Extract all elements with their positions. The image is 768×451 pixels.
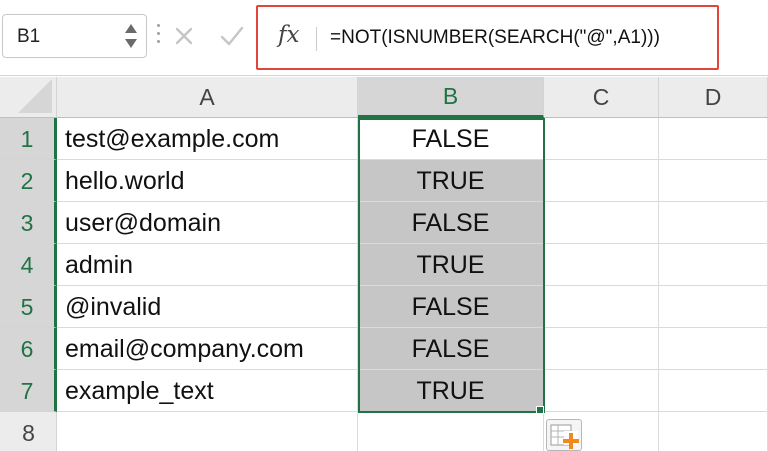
row-header-7[interactable]: 7 [0, 370, 57, 412]
cell-d5[interactable] [659, 286, 768, 328]
formula-text[interactable]: =NOT(ISNUMBER(SEARCH("@",A1))) [330, 27, 660, 49]
column-headers: A B C D [57, 77, 768, 118]
cell-a7[interactable]: example_text [57, 370, 358, 412]
column-header-c[interactable]: C [544, 77, 659, 117]
checkmark-icon [220, 26, 244, 46]
row-header-2[interactable]: 2 [0, 160, 57, 202]
quick-analysis-button[interactable] [546, 419, 582, 451]
cell-b2[interactable]: TRUE [358, 160, 544, 202]
close-icon [175, 27, 193, 45]
row-header-4[interactable]: 4 [0, 244, 57, 286]
quick-analysis-icon [550, 424, 579, 449]
formula-input-highlighted[interactable]: fx =NOT(ISNUMBER(SEARCH("@",A1))) [256, 5, 719, 70]
formula-divider [316, 27, 317, 51]
cell-c4[interactable] [544, 244, 659, 286]
cell-b5[interactable]: FALSE [358, 286, 544, 328]
name-box[interactable]: B1 [2, 14, 147, 58]
cell-a6[interactable]: email@company.com [57, 328, 358, 370]
column-header-b[interactable]: B [358, 77, 544, 118]
cell-b7[interactable]: TRUE [358, 370, 544, 412]
cell-c1[interactable] [544, 118, 659, 160]
name-box-value[interactable]: B1 [17, 26, 40, 48]
select-all-button[interactable] [0, 77, 57, 118]
cell-b3[interactable]: FALSE [358, 202, 544, 244]
cancel-formula-button[interactable] [172, 24, 196, 48]
insert-function-button[interactable]: fx [278, 22, 299, 48]
cell-d7[interactable] [659, 370, 768, 412]
cell-b6[interactable]: FALSE [358, 328, 544, 370]
select-all-triangle-icon [18, 79, 52, 113]
name-box-stepper-icon[interactable] [124, 20, 138, 52]
cell-c3[interactable] [544, 202, 659, 244]
column-header-d[interactable]: D [659, 77, 768, 117]
row-header-6[interactable]: 6 [0, 328, 57, 370]
cell-d6[interactable] [659, 328, 768, 370]
cell-grid: test@example.com FALSE hello.world TRUE … [57, 118, 768, 451]
cell-a4[interactable]: admin [57, 244, 358, 286]
row-header-5[interactable]: 5 [0, 286, 57, 328]
cell-d4[interactable] [659, 244, 768, 286]
formula-bar: B1 fx =NOT(ISNUMBER(SEARCH("@",A1))) [0, 0, 768, 76]
cell-d2[interactable] [659, 160, 768, 202]
fill-handle[interactable] [536, 406, 544, 414]
cell-c6[interactable] [544, 328, 659, 370]
row-header-1[interactable]: 1 [0, 118, 57, 160]
cell-c5[interactable] [544, 286, 659, 328]
formula-bar-grip-icon[interactable] [157, 24, 161, 48]
cell-c7[interactable] [544, 370, 659, 412]
cell-d8[interactable] [659, 412, 768, 451]
cell-b4[interactable]: TRUE [358, 244, 544, 286]
cell-a3[interactable]: user@domain [57, 202, 358, 244]
cell-b8[interactable] [358, 412, 544, 451]
cell-d1[interactable] [659, 118, 768, 160]
row-header-8[interactable]: 8 [0, 412, 57, 451]
cell-a2[interactable]: hello.world [57, 160, 358, 202]
row-header-3[interactable]: 3 [0, 202, 57, 244]
column-header-a[interactable]: A [57, 77, 358, 117]
enter-formula-button[interactable] [218, 22, 246, 50]
row-headers: 1 2 3 4 5 6 7 8 [0, 118, 57, 451]
cell-c2[interactable] [544, 160, 659, 202]
cell-a8[interactable] [57, 412, 358, 451]
cell-d3[interactable] [659, 202, 768, 244]
cell-a5[interactable]: @invalid [57, 286, 358, 328]
cell-b1[interactable]: FALSE [358, 118, 544, 160]
cell-a1[interactable]: test@example.com [57, 118, 358, 160]
